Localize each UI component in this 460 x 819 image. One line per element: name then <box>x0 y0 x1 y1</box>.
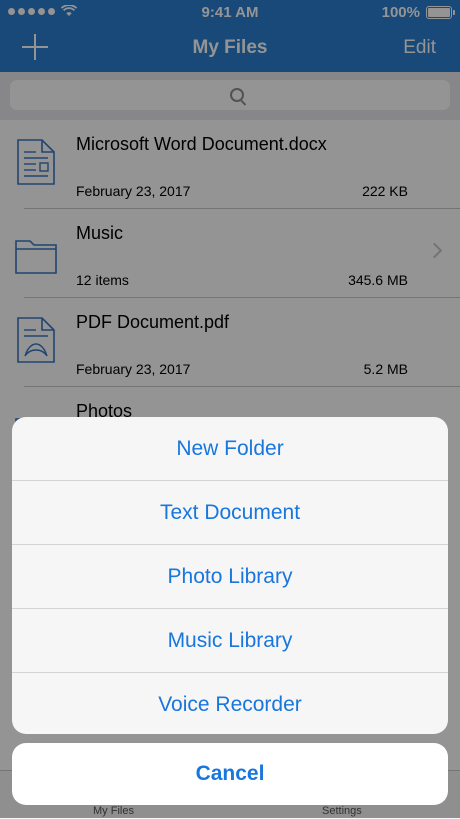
voice-recorder-button[interactable]: Voice Recorder <box>12 673 448 734</box>
text-document-button[interactable]: Text Document <box>12 481 448 545</box>
photo-library-button[interactable]: Photo Library <box>12 545 448 609</box>
music-library-button[interactable]: Music Library <box>12 609 448 673</box>
action-sheet: New Folder Text Document Photo Library M… <box>12 417 448 734</box>
new-folder-button[interactable]: New Folder <box>12 417 448 481</box>
cancel-button[interactable]: Cancel <box>12 743 448 805</box>
